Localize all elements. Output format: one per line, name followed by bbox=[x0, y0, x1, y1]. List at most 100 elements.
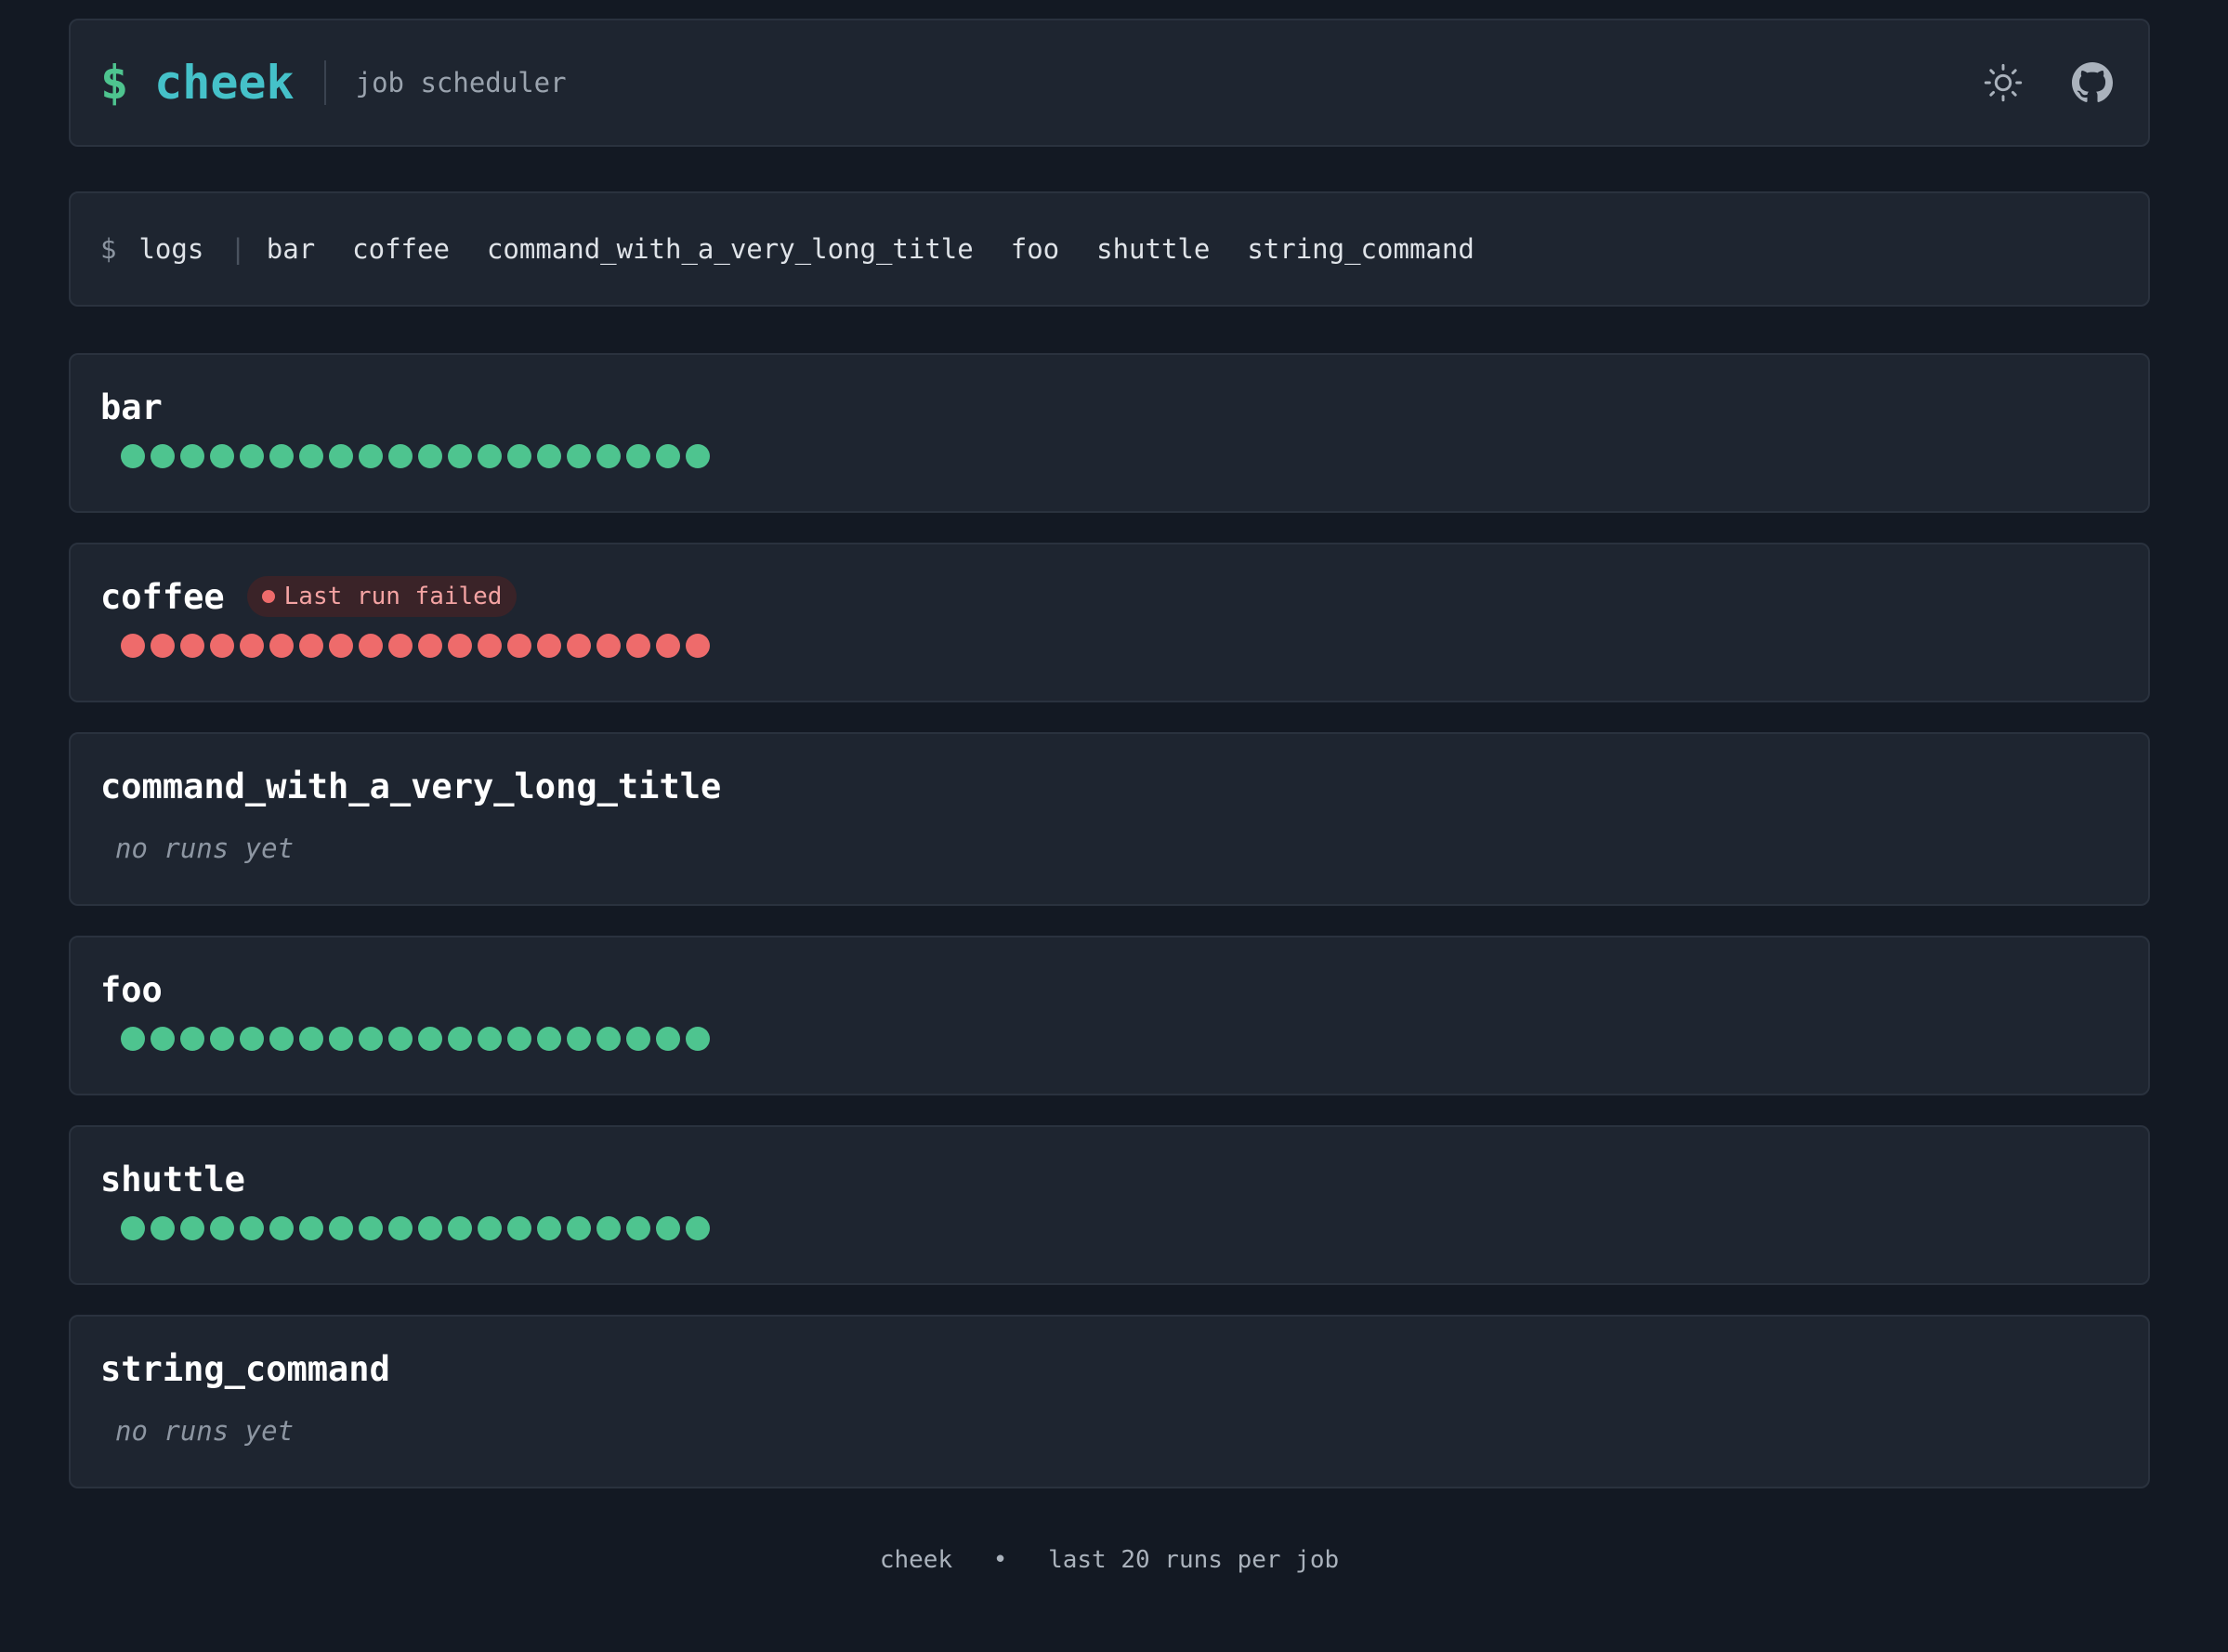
run-status-dot[interactable] bbox=[507, 1027, 531, 1051]
github-link-button[interactable] bbox=[2066, 57, 2118, 109]
brand[interactable]: $ cheek bbox=[100, 56, 295, 110]
run-status-dot[interactable] bbox=[537, 634, 561, 658]
run-status-dot[interactable] bbox=[299, 634, 323, 658]
run-status-dot[interactable] bbox=[448, 444, 472, 468]
run-status-dot[interactable] bbox=[507, 444, 531, 468]
run-status-dot[interactable] bbox=[240, 1216, 264, 1240]
run-history bbox=[121, 444, 2118, 468]
run-status-dot[interactable] bbox=[567, 1216, 591, 1240]
job-title[interactable]: bar bbox=[100, 387, 163, 427]
run-status-dot[interactable] bbox=[567, 634, 591, 658]
run-status-dot[interactable] bbox=[596, 1027, 621, 1051]
run-status-dot[interactable] bbox=[210, 1216, 234, 1240]
run-status-dot[interactable] bbox=[388, 634, 413, 658]
run-status-dot[interactable] bbox=[180, 634, 204, 658]
run-status-dot[interactable] bbox=[180, 1216, 204, 1240]
run-status-dot[interactable] bbox=[478, 444, 502, 468]
run-status-dot[interactable] bbox=[686, 444, 710, 468]
run-status-dot[interactable] bbox=[418, 634, 442, 658]
run-status-dot[interactable] bbox=[418, 1027, 442, 1051]
job-title[interactable]: string_command bbox=[100, 1349, 390, 1389]
nav-link-string-command[interactable]: string_command bbox=[1247, 233, 1474, 265]
run-status-dot[interactable] bbox=[329, 1027, 353, 1051]
run-status-dot[interactable] bbox=[686, 1216, 710, 1240]
run-status-dot[interactable] bbox=[210, 444, 234, 468]
run-status-dot[interactable] bbox=[507, 1216, 531, 1240]
run-status-dot[interactable] bbox=[656, 1216, 680, 1240]
run-status-dot[interactable] bbox=[151, 1027, 175, 1051]
run-status-dot[interactable] bbox=[448, 1027, 472, 1051]
run-status-dot[interactable] bbox=[656, 1027, 680, 1051]
run-status-dot[interactable] bbox=[626, 444, 650, 468]
run-status-dot[interactable] bbox=[329, 634, 353, 658]
run-status-dot[interactable] bbox=[478, 634, 502, 658]
run-status-dot[interactable] bbox=[269, 1027, 294, 1051]
run-status-dot[interactable] bbox=[359, 444, 383, 468]
run-status-dot[interactable] bbox=[537, 1027, 561, 1051]
nav-link-foo[interactable]: foo bbox=[1011, 233, 1059, 265]
nav-link-shuttle[interactable]: shuttle bbox=[1096, 233, 1210, 265]
run-status-dot[interactable] bbox=[269, 1216, 294, 1240]
nav-logs-link[interactable]: logs bbox=[138, 233, 203, 265]
run-status-dot[interactable] bbox=[448, 634, 472, 658]
run-status-dot[interactable] bbox=[596, 1216, 621, 1240]
nav-link-coffee[interactable]: coffee bbox=[352, 233, 450, 265]
run-status-dot[interactable] bbox=[269, 634, 294, 658]
nav-separator: | bbox=[229, 233, 246, 265]
run-status-dot[interactable] bbox=[388, 1027, 413, 1051]
run-status-dot[interactable] bbox=[240, 1027, 264, 1051]
run-status-dot[interactable] bbox=[121, 634, 145, 658]
run-status-dot[interactable] bbox=[299, 1027, 323, 1051]
run-status-dot[interactable] bbox=[478, 1216, 502, 1240]
theme-toggle-button[interactable] bbox=[1977, 57, 2029, 109]
run-status-dot[interactable] bbox=[596, 444, 621, 468]
run-status-dot[interactable] bbox=[388, 1216, 413, 1240]
run-status-dot[interactable] bbox=[626, 634, 650, 658]
run-status-dot[interactable] bbox=[151, 634, 175, 658]
run-status-dot[interactable] bbox=[686, 1027, 710, 1051]
run-status-dot[interactable] bbox=[121, 444, 145, 468]
run-status-dot[interactable] bbox=[537, 444, 561, 468]
run-status-dot[interactable] bbox=[299, 444, 323, 468]
run-status-dot[interactable] bbox=[478, 1027, 502, 1051]
run-status-dot[interactable] bbox=[359, 634, 383, 658]
run-status-dot[interactable] bbox=[329, 1216, 353, 1240]
run-status-dot[interactable] bbox=[299, 1216, 323, 1240]
run-status-dot[interactable] bbox=[686, 634, 710, 658]
run-status-dot[interactable] bbox=[329, 444, 353, 468]
run-status-dot[interactable] bbox=[537, 1216, 561, 1240]
run-status-dot[interactable] bbox=[121, 1216, 145, 1240]
run-status-dot[interactable] bbox=[240, 444, 264, 468]
run-status-dot[interactable] bbox=[567, 1027, 591, 1051]
run-status-dot[interactable] bbox=[418, 444, 442, 468]
run-status-dot[interactable] bbox=[448, 1216, 472, 1240]
run-status-dot[interactable] bbox=[626, 1027, 650, 1051]
job-title[interactable]: coffee bbox=[100, 577, 225, 617]
run-status-dot[interactable] bbox=[240, 634, 264, 658]
run-status-dot[interactable] bbox=[567, 444, 591, 468]
run-status-dot[interactable] bbox=[180, 1027, 204, 1051]
job-card: bar bbox=[69, 353, 2150, 513]
status-badge-label: Last run failed bbox=[283, 583, 503, 610]
job-title[interactable]: foo bbox=[100, 970, 163, 1010]
run-status-dot[interactable] bbox=[210, 1027, 234, 1051]
run-status-dot[interactable] bbox=[210, 634, 234, 658]
run-status-dot[interactable] bbox=[359, 1027, 383, 1051]
run-status-dot[interactable] bbox=[388, 444, 413, 468]
run-status-dot[interactable] bbox=[626, 1216, 650, 1240]
run-status-dot[interactable] bbox=[269, 444, 294, 468]
job-title[interactable]: command_with_a_very_long_title bbox=[100, 767, 721, 806]
run-status-dot[interactable] bbox=[507, 634, 531, 658]
run-status-dot[interactable] bbox=[656, 634, 680, 658]
run-status-dot[interactable] bbox=[596, 634, 621, 658]
nav-link-command-with-a-very-long-title[interactable]: command_with_a_very_long_title bbox=[487, 233, 974, 265]
run-status-dot[interactable] bbox=[359, 1216, 383, 1240]
run-status-dot[interactable] bbox=[656, 444, 680, 468]
run-status-dot[interactable] bbox=[151, 444, 175, 468]
run-status-dot[interactable] bbox=[121, 1027, 145, 1051]
nav-link-bar[interactable]: bar bbox=[267, 233, 315, 265]
run-status-dot[interactable] bbox=[418, 1216, 442, 1240]
run-status-dot[interactable] bbox=[151, 1216, 175, 1240]
run-status-dot[interactable] bbox=[180, 444, 204, 468]
job-title[interactable]: shuttle bbox=[100, 1160, 245, 1200]
